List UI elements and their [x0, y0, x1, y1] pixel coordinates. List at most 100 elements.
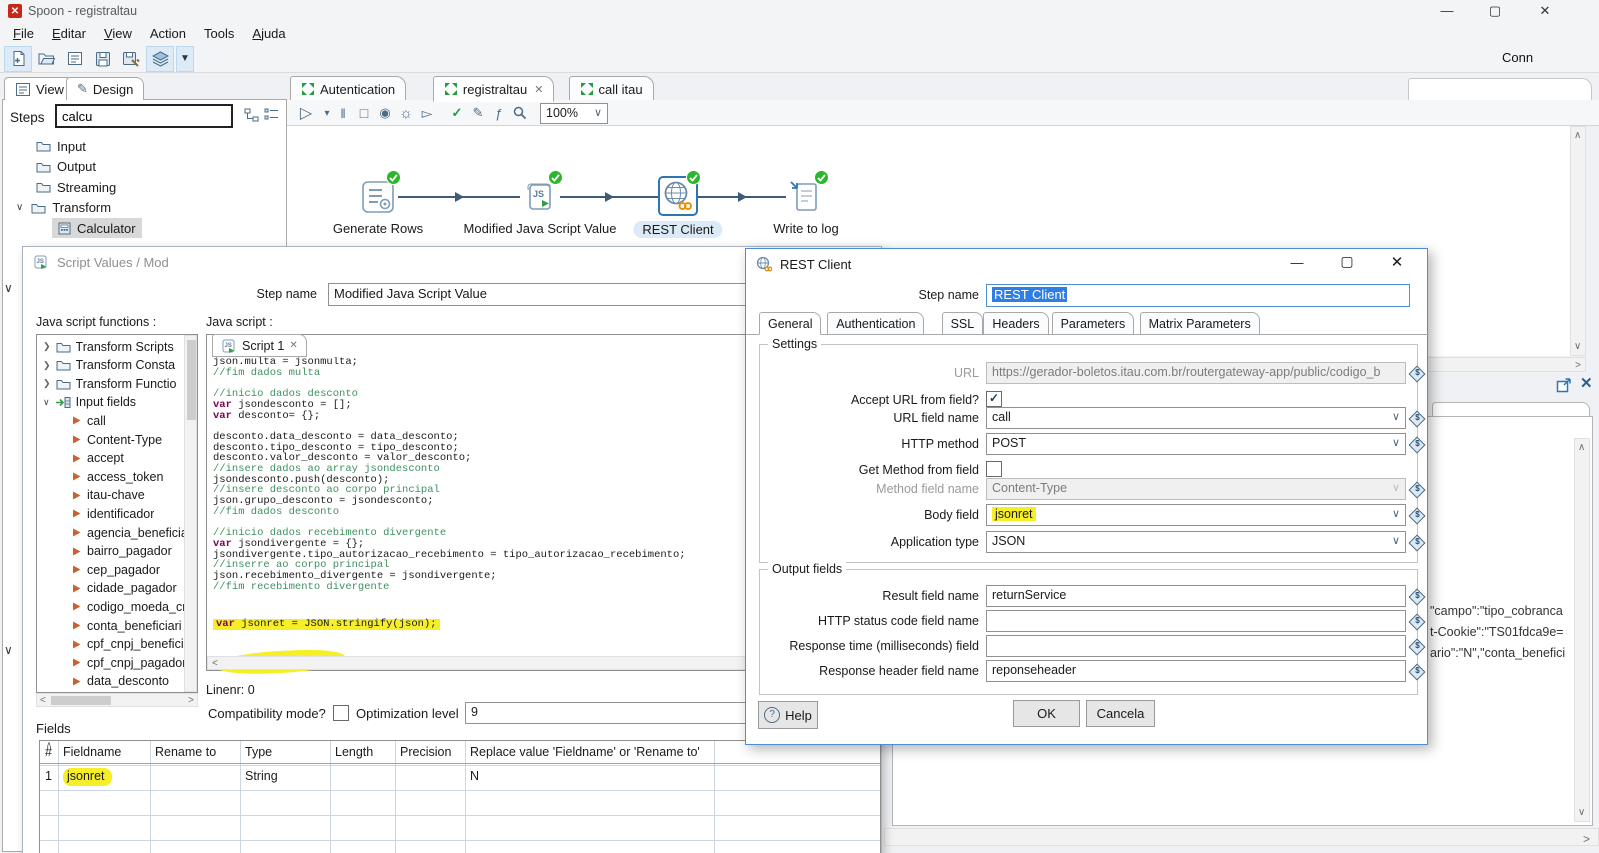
menu-editar[interactable]: Editar — [43, 24, 95, 43]
collapse-chevron-icon[interactable]: ∨ — [4, 643, 13, 657]
tab-design[interactable]: ✎ Design — [66, 77, 144, 100]
table-cell[interactable]: 1 — [40, 765, 58, 790]
results-tab[interactable] — [1432, 402, 1590, 417]
explore-db-button[interactable] — [510, 103, 530, 123]
fields-table[interactable]: #FieldnameRename toTypeLengthPrecisionRe… — [39, 740, 881, 853]
chevron-right-icon[interactable]: ❯ — [43, 378, 51, 389]
column-header[interactable]: Rename to — [150, 741, 240, 765]
rest-tab-ssl[interactable]: SSL — [942, 312, 984, 335]
help-button[interactable]: ? Help — [758, 701, 818, 729]
impact-button[interactable]: ƒ — [489, 103, 509, 123]
rest-tab-matrix-parameters[interactable]: Matrix Parameters — [1140, 312, 1260, 335]
fn-tree-item-agencia-beneficia[interactable]: agencia_beneficia — [71, 524, 187, 541]
collapse-chevron-icon[interactable]: ∨ — [4, 281, 13, 295]
chevron-right-icon[interactable]: ❯ — [43, 360, 51, 371]
results-hscrollbar[interactable]: > — [884, 828, 1599, 846]
table-cell[interactable]: String — [240, 765, 330, 790]
toolbar-caret-button[interactable]: ▼ — [176, 46, 194, 72]
canvas-tab-call-itau[interactable]: call itau — [569, 76, 654, 102]
menu-view[interactable]: View — [95, 24, 141, 43]
fn-tree-item-call[interactable]: call — [71, 412, 106, 429]
verify-button[interactable]: ✓ — [447, 103, 467, 123]
column-header[interactable]: Length — [330, 741, 395, 765]
close-tab-icon[interactable]: ✕ — [289, 340, 297, 351]
rest-tab-headers[interactable]: Headers — [983, 312, 1048, 335]
fn-tree-item-conta-beneficiari[interactable]: conta_beneficiari — [71, 617, 182, 634]
sidebar-item-output[interactable]: Output — [30, 157, 102, 177]
method-field-name-combobox[interactable]: Content-Type∨ — [986, 478, 1406, 500]
step-node-write-to-log[interactable] — [789, 180, 823, 214]
zoom-select[interactable]: 100%∨ — [540, 103, 608, 124]
accept-url-from-field-checkbox[interactable]: ✓ — [986, 391, 1002, 407]
scroll-thumb[interactable] — [187, 340, 196, 420]
maximize-button[interactable]: ▢ — [1480, 2, 1510, 20]
connect-label[interactable]: Conn — [1502, 50, 1533, 65]
open-file-button[interactable] — [34, 47, 60, 71]
fn-tree-item-bairro-pagador[interactable]: bairro_pagador — [71, 543, 172, 560]
sidebar-item-transform[interactable]: ∨Transform — [10, 198, 117, 218]
response-time-field-input[interactable] — [986, 635, 1406, 657]
steps-search-input[interactable] — [55, 104, 233, 128]
fn-tree-item-transform-constants[interactable]: ❯Transform Constants — [43, 357, 176, 374]
close-button[interactable]: ✕ — [1530, 2, 1560, 20]
chevron-down-icon[interactable]: ∨ — [1392, 436, 1400, 449]
rest-tab-parameters[interactable]: Parameters — [1052, 312, 1135, 335]
script-tab[interactable]: JS Script 1 ✕ — [212, 334, 307, 357]
scroll-right-icon[interactable]: > — [1583, 832, 1590, 846]
debug-button[interactable]: ☼ — [396, 103, 416, 123]
fn-tree-item-itau-chave[interactable]: itau-chave — [71, 487, 145, 504]
dialog-close-button[interactable]: ✕ — [1382, 253, 1412, 271]
chevron-down-icon[interactable]: ∨ — [1392, 507, 1400, 520]
fn-tree-item-cpf-cnpj-pagador[interactable]: cpf_cnpj_pagador — [71, 654, 186, 671]
chevron-down-icon[interactable]: ∨ — [1392, 410, 1400, 423]
results-vscrollbar[interactable]: ∧ ∨ — [1574, 438, 1590, 822]
code-area[interactable]: json.multa = jsonmulta;//fim dados multa… — [213, 357, 768, 657]
sidebar-item-streaming[interactable]: Streaming — [30, 177, 122, 197]
compatibility-checkbox[interactable] — [333, 705, 349, 721]
chevron-down-icon[interactable]: ∨ — [43, 397, 50, 408]
menu-file[interactable]: File — [4, 24, 43, 43]
chevron-down-icon[interactable]: ∨ — [16, 202, 23, 213]
table-cell[interactable]: jsonret — [58, 765, 150, 790]
close-tab-icon[interactable]: ✕ — [534, 83, 543, 96]
response-header-field-name-input[interactable]: reponseheader — [986, 660, 1406, 682]
stop-button[interactable]: □ — [354, 103, 374, 123]
canvas-tab-autentication[interactable]: Autentication — [290, 76, 406, 102]
fn-tree-item-input-fields[interactable]: ∨Input fields — [43, 394, 136, 411]
list-layout-icon[interactable] — [264, 108, 279, 121]
fn-tree-item-cidade-pagador[interactable]: cidade_pagador — [71, 580, 177, 597]
fn-tree-item-codigo-moeda-cr[interactable]: codigo_moeda_cr — [71, 598, 186, 615]
sidebar-item-input[interactable]: Input — [30, 136, 92, 156]
http-method-combobox[interactable]: POST∨ — [986, 433, 1406, 455]
url-field-name-combobox[interactable]: call∨ — [986, 407, 1406, 429]
scroll-down-icon[interactable]: ∨ — [1578, 807, 1585, 818]
fn-tree-item-accept[interactable]: accept — [71, 450, 124, 467]
canvas-tab-registraltau[interactable]: registraltau✕ — [433, 76, 555, 102]
scroll-thumb[interactable] — [51, 696, 111, 705]
dialog-minimize-button[interactable]: — — [1282, 255, 1312, 270]
fn-tree-item-identificador[interactable]: identificador — [71, 505, 154, 522]
functions-vscrollbar[interactable] — [184, 335, 197, 692]
fn-tree-item-cep-pagador[interactable]: cep_pagador — [71, 561, 160, 578]
menu-ajuda[interactable]: Ajuda — [243, 24, 294, 43]
http-status-code-field-name-input[interactable] — [986, 610, 1406, 632]
canvas-vscrollbar[interactable]: ∧ ∨ — [1570, 126, 1586, 356]
fn-tree-item-data-desconto[interactable]: data_desconto — [71, 673, 169, 690]
scroll-up-icon[interactable]: ∧ — [1574, 130, 1581, 141]
perspective-button[interactable] — [146, 46, 174, 72]
body-field-combobox[interactable]: jsonret∨ — [986, 504, 1406, 526]
scroll-down-icon[interactable]: ∨ — [1574, 341, 1581, 352]
explore-repository-button[interactable] — [62, 47, 88, 71]
menu-action[interactable]: Action — [141, 24, 195, 43]
fn-tree-item-transform-functions[interactable]: ❯Transform Functions — [43, 375, 176, 392]
fn-tree-item-transform-scripts[interactable]: ❯Transform Scripts — [43, 338, 174, 355]
rest-tab-authentication[interactable]: Authentication — [827, 312, 924, 335]
chevron-right-icon[interactable]: ❯ — [43, 341, 51, 352]
fn-tree-item-cpf-cnpj-benefici[interactable]: cpf_cnpj_benefici — [71, 636, 184, 653]
save-as-button[interactable] — [118, 47, 144, 71]
fn-tree-item-access-token[interactable]: access_token — [71, 468, 163, 485]
tab-view[interactable]: View — [4, 77, 75, 100]
chevron-down-icon[interactable]: ∨ — [1392, 481, 1400, 494]
step-node-modified-java-script-value[interactable]: JS — [523, 180, 557, 214]
application-type-combobox[interactable]: JSON∨ — [986, 531, 1406, 553]
